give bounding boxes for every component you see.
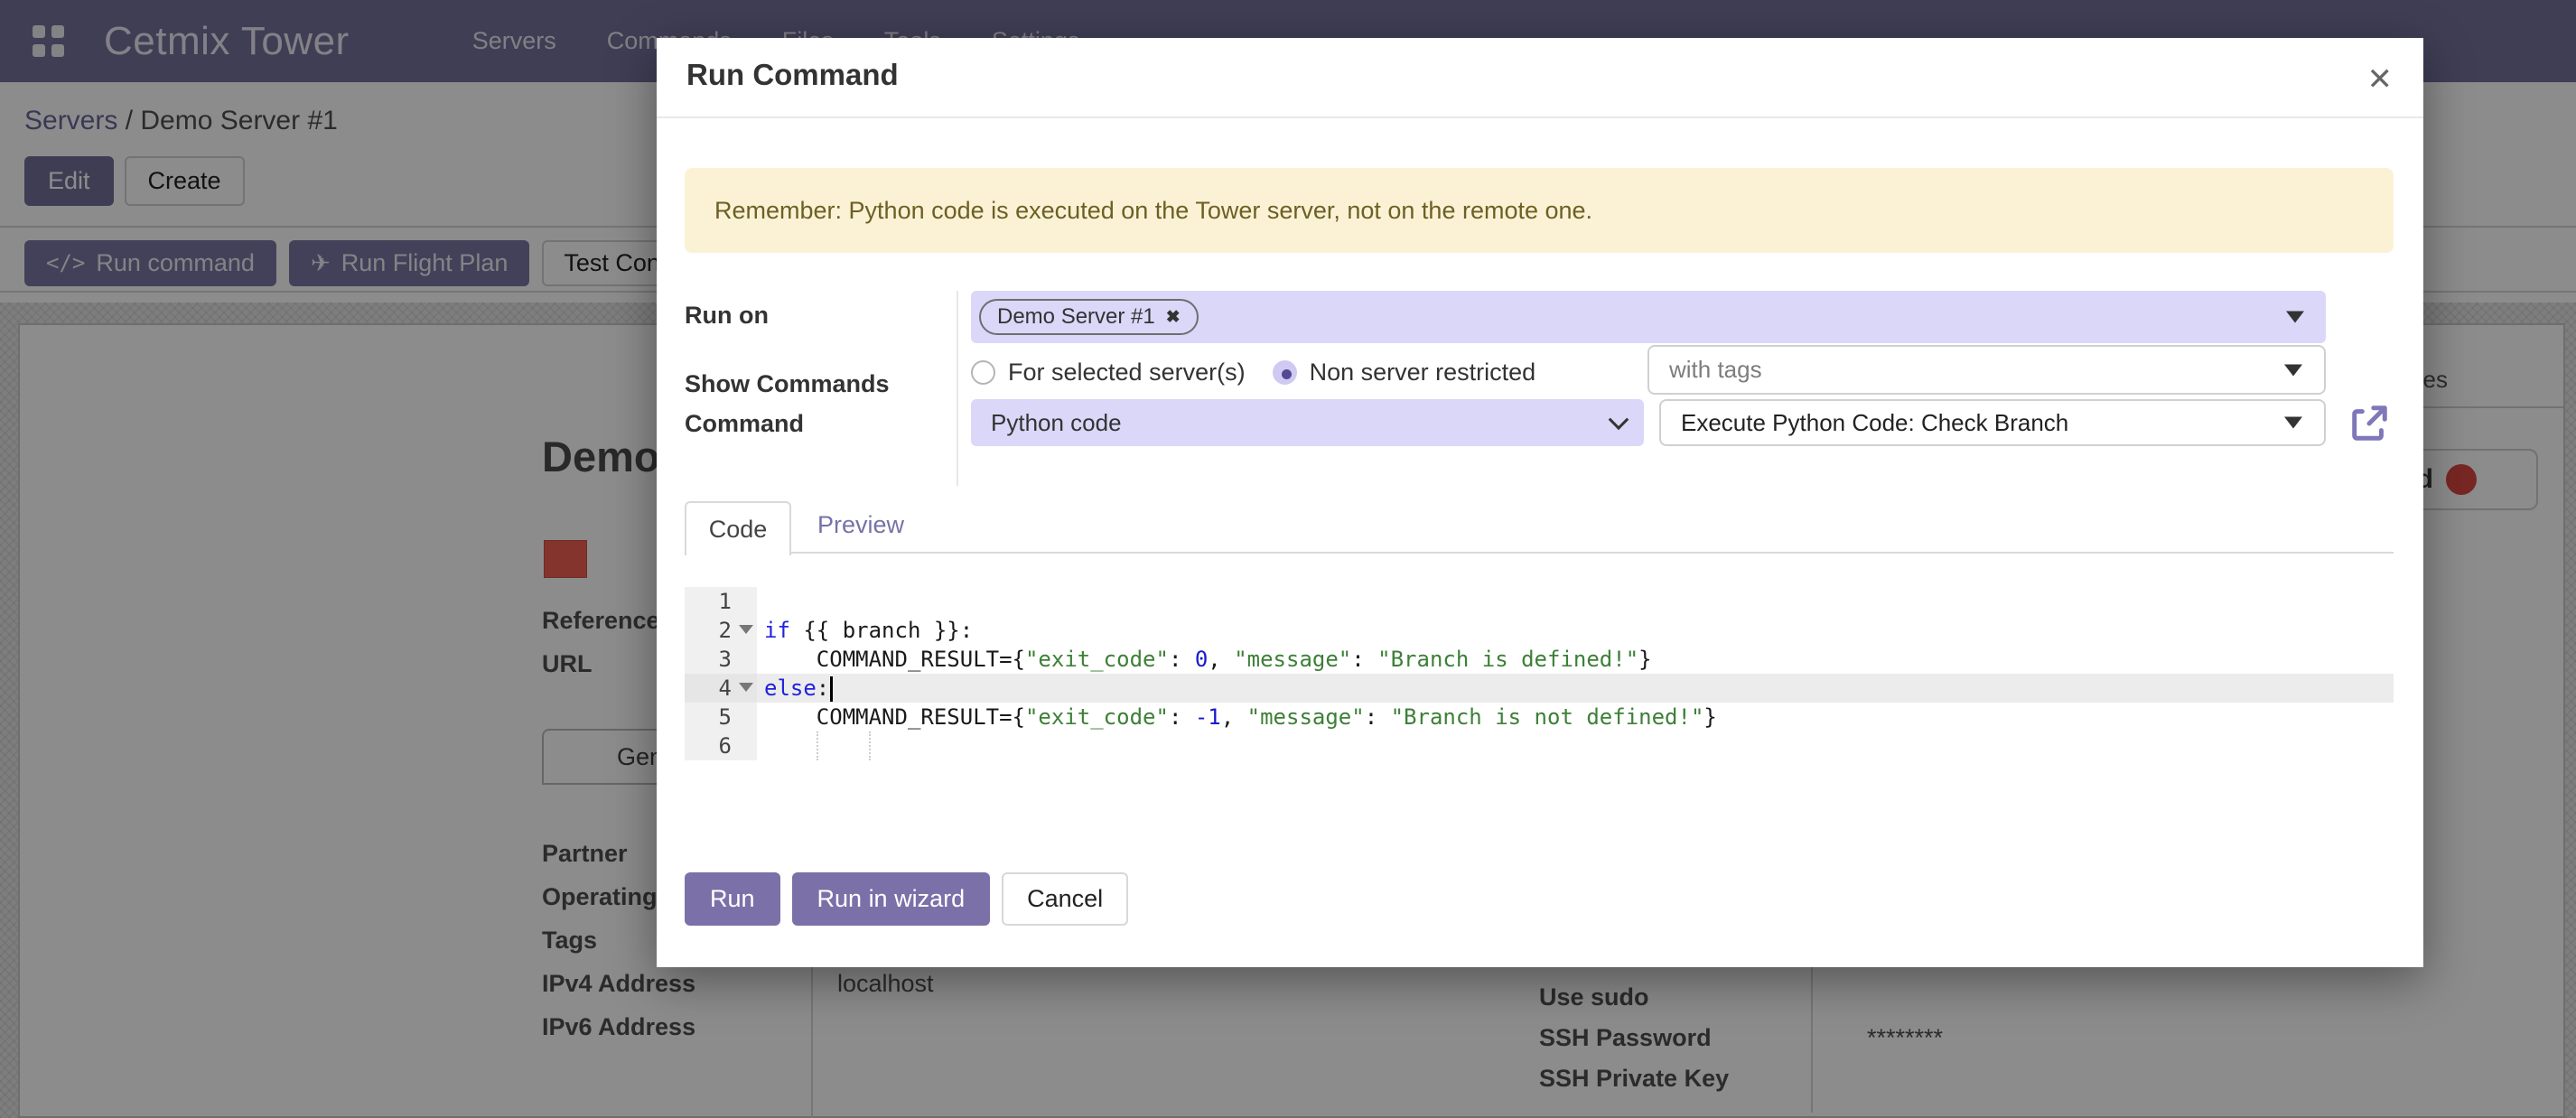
code-text: if {{ branch }}: (757, 618, 973, 643)
indent-guide (869, 731, 871, 760)
editor-line-6[interactable]: 6 (685, 731, 2394, 760)
command-label: Command (685, 410, 804, 438)
radio-circle-selected-icon (1273, 360, 1297, 385)
code-text: COMMAND_RESULT={"exit_code": 0, "message… (757, 647, 1652, 672)
warning-banner: Remember: Python code is executed on the… (685, 168, 2394, 253)
modal-footer: Run Run in wizard Cancel (685, 872, 1128, 926)
radio-non-server-restricted[interactable]: Non server restricted (1273, 359, 1536, 387)
editor-line-3[interactable]: 3 COMMAND_RESULT={"exit_code": 0, "messa… (685, 645, 2394, 674)
line-number: 1 (685, 587, 757, 616)
editor-line-4[interactable]: 4else: (685, 674, 2394, 703)
code-text: COMMAND_RESULT={"exit_code": -1, "messag… (757, 704, 1717, 730)
code-editor[interactable]: 12if {{ branch }}:3 COMMAND_RESULT={"exi… (685, 587, 2394, 760)
line-number: 2 (685, 616, 757, 645)
fold-arrow-icon[interactable] (739, 683, 753, 692)
caret-down-icon (2284, 364, 2302, 376)
run-in-wizard-button[interactable]: Run in wizard (792, 872, 991, 926)
show-commands-radios: For selected server(s) Non server restri… (971, 359, 1535, 387)
caret-down-icon (2284, 417, 2302, 429)
tab-preview[interactable]: Preview (817, 511, 904, 539)
editor-line-5[interactable]: 5 COMMAND_RESULT={"exit_code": -1, "mess… (685, 703, 2394, 731)
text-cursor (830, 676, 833, 702)
editor-line-1[interactable]: 1 (685, 587, 2394, 616)
show-commands-label: Show Commands (685, 370, 890, 398)
screen: Cetmix Tower ServersCommandsFilesToolsSe… (0, 0, 2576, 1118)
indent-guide (817, 731, 818, 760)
line-number: 5 (685, 703, 757, 731)
form-column-separator (957, 291, 958, 486)
run-button[interactable]: Run (685, 872, 780, 926)
editor-line-2[interactable]: 2if {{ branch }}: (685, 616, 2394, 645)
radio-circle-icon (971, 360, 995, 385)
modal-header: Run Command ✕ (657, 38, 2423, 118)
line-number: 4 (685, 674, 757, 703)
run-on-label: Run on (685, 302, 769, 330)
modal-title: Run Command (686, 58, 899, 92)
command-type-select[interactable]: Python code (971, 399, 1644, 446)
with-tags-select[interactable]: with tags (1647, 345, 2326, 395)
line-number: 6 (685, 731, 757, 760)
chevron-down-icon (1609, 409, 1629, 430)
close-icon[interactable]: ✕ (2364, 58, 2397, 101)
external-link-icon[interactable] (2348, 403, 2390, 444)
tab-code[interactable]: Code (685, 501, 791, 555)
server-tag: Demo Server #1 ✖ (979, 299, 1199, 335)
code-text: else: (757, 675, 833, 702)
command-select[interactable]: Execute Python Code: Check Branch (1659, 399, 2326, 446)
run-on-select[interactable]: Demo Server #1 ✖ (971, 291, 2326, 343)
run-command-modal: Run Command ✕ Remember: Python code is e… (657, 38, 2423, 967)
radio-for-selected-servers[interactable]: For selected server(s) (971, 359, 1246, 387)
line-number: 3 (685, 645, 757, 674)
remove-tag-icon[interactable]: ✖ (1166, 307, 1181, 328)
caret-down-icon (2286, 312, 2304, 323)
cancel-button[interactable]: Cancel (1002, 872, 1128, 926)
tabs-underline (685, 552, 2394, 554)
fold-arrow-icon[interactable] (739, 625, 753, 634)
